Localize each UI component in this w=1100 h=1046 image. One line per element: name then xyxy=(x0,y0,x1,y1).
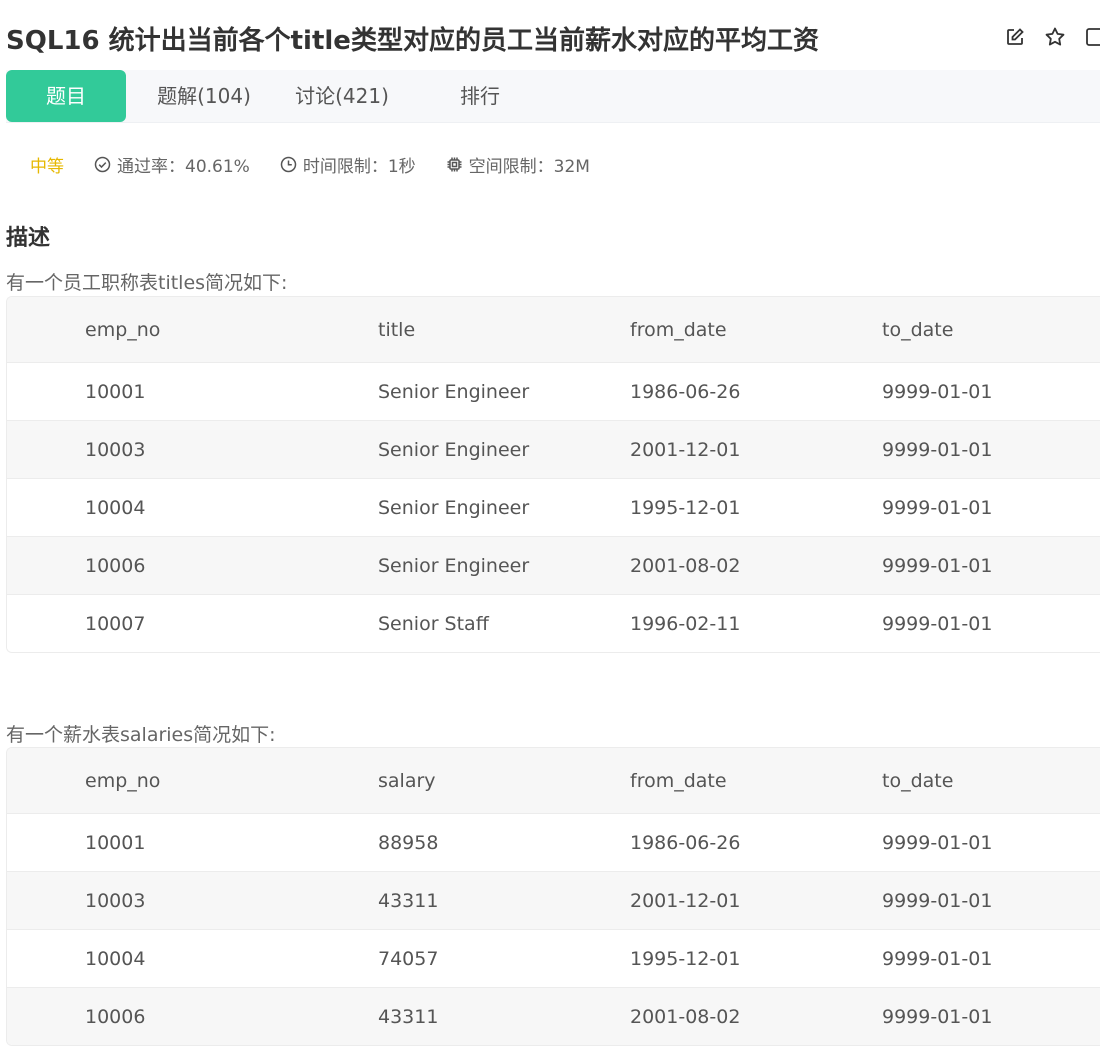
table-cell: 74057 xyxy=(378,947,439,970)
column-header: salary xyxy=(378,769,436,792)
title-bar: SQL16 统计出当前各个title类型对应的员工当前薪水对应的平均工资 xyxy=(6,20,1100,60)
table-header-row: emp_no salary from_date to_date xyxy=(7,748,1100,813)
table-cell: 10004 xyxy=(85,496,146,519)
copy-icon[interactable] xyxy=(1084,26,1100,48)
column-header: from_date xyxy=(630,769,727,792)
memory-limit: 空间限制：32M xyxy=(446,152,590,177)
table-row: 10001 Senior Engineer 1986-06-26 9999-01… xyxy=(7,362,1100,420)
table-cell: 9999-01-01 xyxy=(882,554,993,577)
table-row: 10001 88958 1986-06-26 9999-01-01 xyxy=(7,813,1100,871)
table-cell: 1996-02-11 xyxy=(630,612,741,635)
column-header: to_date xyxy=(882,769,954,792)
titles-table-intro: 有一个员工职称表titles简况如下: xyxy=(6,272,288,294)
table-cell: 2001-12-01 xyxy=(630,438,741,461)
table-cell: 9999-01-01 xyxy=(882,831,993,854)
memory-limit-text: 空间限制：32M xyxy=(468,156,590,177)
table-cell: 43311 xyxy=(378,889,439,912)
table-cell: 2001-08-02 xyxy=(630,1005,741,1028)
difficulty-badge: 中等 xyxy=(30,156,64,177)
table-row: 10006 43311 2001-08-02 9999-01-01 xyxy=(7,987,1100,1045)
table-cell: 10007 xyxy=(85,612,146,635)
table-header-row: emp_no title from_date to_date xyxy=(7,297,1100,362)
column-header: from_date xyxy=(630,318,727,341)
table-cell: 9999-01-01 xyxy=(882,438,993,461)
table-cell: 43311 xyxy=(378,1005,439,1028)
salaries-table-intro: 有一个薪水表salaries简况如下: xyxy=(6,724,276,746)
table-cell: 2001-12-01 xyxy=(630,889,741,912)
table-cell: 10006 xyxy=(85,554,146,577)
page-title: SQL16 统计出当前各个title类型对应的员工当前薪水对应的平均工资 xyxy=(6,26,819,56)
table-cell: 9999-01-01 xyxy=(882,496,993,519)
table-cell: 9999-01-01 xyxy=(882,1005,993,1028)
table-cell: 10003 xyxy=(85,889,146,912)
table-row: 10004 Senior Engineer 1995-12-01 9999-01… xyxy=(7,478,1100,536)
table-cell: Senior Engineer xyxy=(378,554,530,577)
clock-icon xyxy=(280,156,297,172)
table-cell: 10001 xyxy=(85,831,146,854)
table-cell: 9999-01-01 xyxy=(882,380,993,403)
time-limit-text: 时间限制：1秒 xyxy=(302,156,416,177)
column-header: title xyxy=(378,318,416,341)
table-cell: 10003 xyxy=(85,438,146,461)
column-header: emp_no xyxy=(85,769,161,792)
tab-discussion[interactable]: 讨论(421) xyxy=(286,70,398,122)
problem-meta: 中等 通过率：40.61% 时间限制：1秒 空间限制：32M xyxy=(30,150,620,178)
table-cell: Senior Engineer xyxy=(378,380,530,403)
tab-solutions[interactable]: 题解(104) xyxy=(146,70,262,122)
table-cell: 9999-01-01 xyxy=(882,947,993,970)
title-actions xyxy=(1004,26,1100,48)
table-row: 10007 Senior Staff 1996-02-11 9999-01-01 xyxy=(7,594,1100,652)
pass-rate-text: 通过率：40.61% xyxy=(117,156,250,177)
table-cell: 1995-12-01 xyxy=(630,496,741,519)
table-cell: Senior Staff xyxy=(378,612,489,635)
description-heading: 描述 xyxy=(6,226,51,251)
table-cell: 88958 xyxy=(378,831,439,854)
table-row: 10003 43311 2001-12-01 9999-01-01 xyxy=(7,871,1100,929)
table-row: 10006 Senior Engineer 2001-08-02 9999-01… xyxy=(7,536,1100,594)
edit-icon[interactable] xyxy=(1004,26,1026,48)
table-cell: 1995-12-01 xyxy=(630,947,741,970)
table-row: 10003 Senior Engineer 2001-12-01 9999-01… xyxy=(7,420,1100,478)
table-cell: Senior Engineer xyxy=(378,438,530,461)
time-limit: 时间限制：1秒 xyxy=(280,152,416,177)
table-cell: 10001 xyxy=(85,380,146,403)
table-cell: 10006 xyxy=(85,1005,146,1028)
star-icon[interactable] xyxy=(1044,26,1066,48)
table-cell: 10004 xyxy=(85,947,146,970)
column-header: to_date xyxy=(882,318,954,341)
titles-table: emp_no title from_date to_date 10001 Sen… xyxy=(6,296,1100,653)
salaries-table: emp_no salary from_date to_date 10001 88… xyxy=(6,747,1100,1046)
table-row: 10004 74057 1995-12-01 9999-01-01 xyxy=(7,929,1100,987)
table-cell: Senior Engineer xyxy=(378,496,530,519)
tab-problem[interactable]: 题目 xyxy=(6,70,126,122)
pass-rate: 通过率：40.61% xyxy=(94,152,250,177)
table-cell: 9999-01-01 xyxy=(882,612,993,635)
table-cell: 1986-06-26 xyxy=(630,380,741,403)
tab-ranking[interactable]: 排行 xyxy=(442,70,518,122)
table-cell: 9999-01-01 xyxy=(882,889,993,912)
table-cell: 1986-06-26 xyxy=(630,831,741,854)
chip-icon xyxy=(447,157,462,171)
table-cell: 2001-08-02 xyxy=(630,554,741,577)
tab-bar: 题目 题解(104) 讨论(421) 排行 xyxy=(6,70,1100,123)
column-header: emp_no xyxy=(85,318,161,341)
check-circle-icon xyxy=(94,156,111,172)
